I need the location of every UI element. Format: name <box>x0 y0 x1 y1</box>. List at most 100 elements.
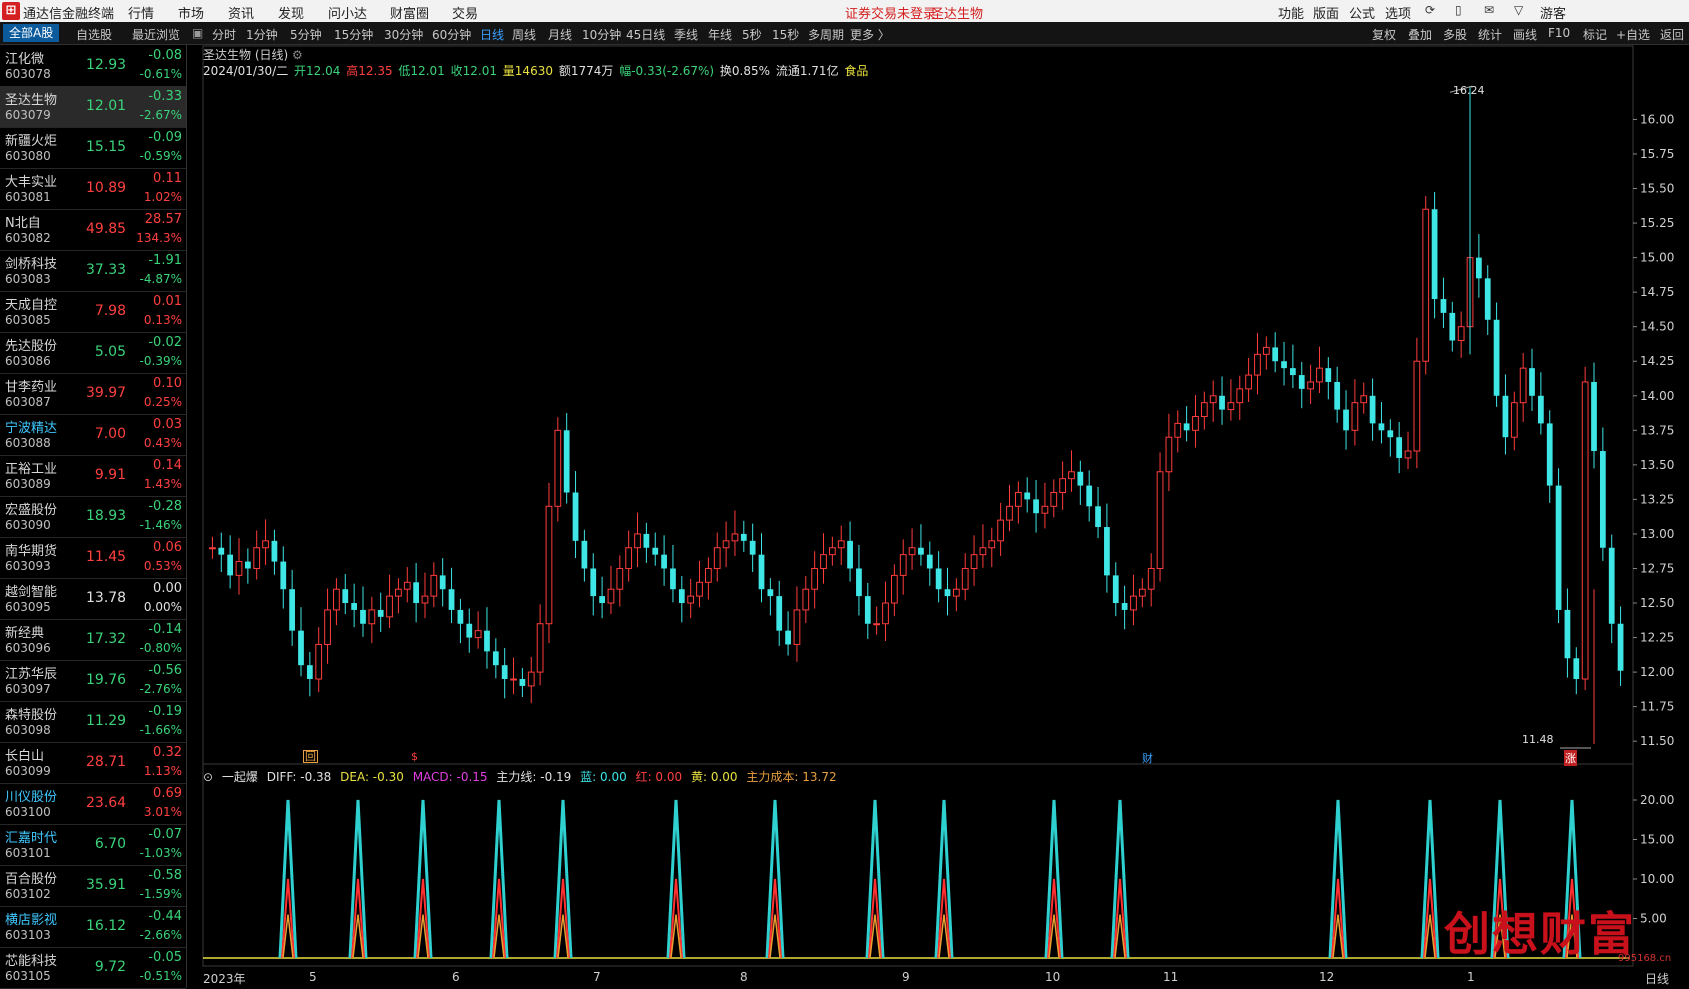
candle-body-up <box>961 567 969 590</box>
candle-body-down <box>289 589 296 631</box>
candle-body-down <box>439 575 446 590</box>
y-tick-label: 12.00 <box>1640 665 1674 679</box>
candle-body-down <box>1493 319 1500 396</box>
candle-body-up <box>209 547 216 550</box>
candle-body-down <box>1529 368 1535 396</box>
candle-body-up <box>262 540 269 549</box>
candle-body-down <box>1564 609 1571 659</box>
marker-dividend[interactable]: $ <box>411 750 418 763</box>
candle-body-up <box>1200 402 1208 418</box>
candle-body-down <box>643 533 650 548</box>
candle-body-down <box>581 540 588 569</box>
amount-value: 额1774万 <box>558 64 614 78</box>
y-tick-label: 16.00 <box>1640 112 1674 126</box>
candle-body-down <box>1591 381 1597 452</box>
candle-body-down <box>563 430 570 493</box>
marker-financial[interactable]: 财 <box>1142 750 1153 766</box>
candle-body-down <box>1219 395 1225 410</box>
candle-body-up <box>634 533 641 549</box>
close-value: 收12.01 <box>450 64 497 78</box>
candle-body-down <box>1440 299 1447 313</box>
chart-title: 圣达生物 (日线) <box>203 48 289 62</box>
candle-body-up <box>793 609 801 645</box>
candle-body-down <box>1546 423 1553 486</box>
candle-body-down <box>298 630 304 666</box>
ind-tick-label: 15.00 <box>1640 833 1674 847</box>
candle-body-up <box>1422 208 1430 362</box>
candle-body-up <box>235 561 243 576</box>
candle-body-up <box>1236 388 1244 404</box>
candle-body-up <box>315 643 323 680</box>
candle-body-down <box>1396 437 1403 458</box>
marker-repurchase[interactable]: 回 <box>303 750 318 763</box>
candle-body-down <box>864 596 871 624</box>
candle-body-down <box>856 568 862 597</box>
y-tick-label: 14.00 <box>1640 389 1674 403</box>
candle-body-up <box>625 547 633 569</box>
indicator-header: ⊙ 一起爆 DIFF: -0.38 DEA: -0.30 MACD: -0.15… <box>203 768 842 785</box>
candle-body-down <box>678 589 685 604</box>
indicator-toggle-icon[interactable]: ⊙ <box>203 770 213 784</box>
candle-body-up <box>1130 595 1137 611</box>
candle-body-up <box>1156 471 1164 569</box>
y-tick-label: 13.75 <box>1640 423 1674 437</box>
candle-body-up <box>1245 374 1252 390</box>
candle-body-up <box>1147 567 1155 590</box>
candle-body-up <box>1351 402 1359 431</box>
marker-limit-up[interactable]: 涨 <box>1564 750 1577 766</box>
candle-body-up <box>386 595 393 618</box>
chart-canvas[interactable]: 16.0015.7515.5015.2515.0014.7514.5014.25… <box>0 0 1689 988</box>
candle-body-up <box>545 505 553 625</box>
indicator-red: 红: 0.00 <box>635 770 683 784</box>
candle-body-up <box>1050 491 1058 507</box>
candle-body-down <box>758 554 765 590</box>
candle-body-up <box>1254 353 1261 376</box>
indicator-name[interactable]: 一起爆 <box>222 770 258 784</box>
candle-body-down <box>457 609 464 624</box>
candle-body-down <box>244 561 251 569</box>
candle-body-up <box>1068 471 1075 480</box>
watermark: 创想财富 <box>1444 907 1636 961</box>
candle-body-down <box>501 665 508 680</box>
candle-body-down <box>1537 395 1544 424</box>
indicator-main: 主力线: -0.19 <box>496 770 572 784</box>
candle-body-down <box>1086 485 1093 507</box>
indicator-yellow: 黄: 0.00 <box>690 770 738 784</box>
ind-tick-label: 20.00 <box>1640 793 1674 807</box>
candle-body-up <box>616 567 624 590</box>
candle-body-up <box>837 540 845 549</box>
candle-body-down <box>1077 471 1084 486</box>
candle-body-down <box>1024 492 1031 500</box>
candle-body-up <box>704 567 712 583</box>
candle-body-down <box>1112 575 1119 604</box>
candle-body-up <box>607 588 615 604</box>
volume-value: 量14630 <box>502 64 553 78</box>
y-tick-label: 14.25 <box>1640 354 1674 368</box>
x-label-aug: 8 <box>740 970 748 984</box>
candle-body-down <box>926 554 933 569</box>
max-price-label: 16.24 <box>1453 84 1485 97</box>
y-tick-label: 11.75 <box>1640 700 1674 714</box>
candle-body-up <box>1209 395 1217 404</box>
chart-settings-icon[interactable]: ⚙ <box>292 48 303 62</box>
y-tick-label: 15.00 <box>1640 251 1674 265</box>
candle-body-up <box>1413 360 1421 452</box>
candle-body-up <box>1457 326 1465 342</box>
chart-frame <box>202 45 1634 967</box>
x-axis-period: 日线 <box>1645 972 1670 986</box>
candle-body-up <box>988 540 996 549</box>
candle-body-down <box>785 630 791 645</box>
candle-body-down <box>1272 347 1279 362</box>
candle-body-up <box>997 519 1005 542</box>
sector-link[interactable]: 食品 <box>844 64 868 78</box>
x-label-jun: 6 <box>452 970 460 984</box>
candle-body-down <box>218 547 225 555</box>
candle-body-down <box>351 603 358 610</box>
candle-body-up <box>687 595 695 604</box>
candle-body-up <box>696 581 703 597</box>
candle-body-down <box>1378 423 1385 431</box>
candle-body-down <box>1387 430 1394 438</box>
candle-body-up <box>713 547 721 569</box>
indicator-macd: MACD: -0.15 <box>412 770 488 784</box>
candle-body-up <box>1192 416 1199 431</box>
